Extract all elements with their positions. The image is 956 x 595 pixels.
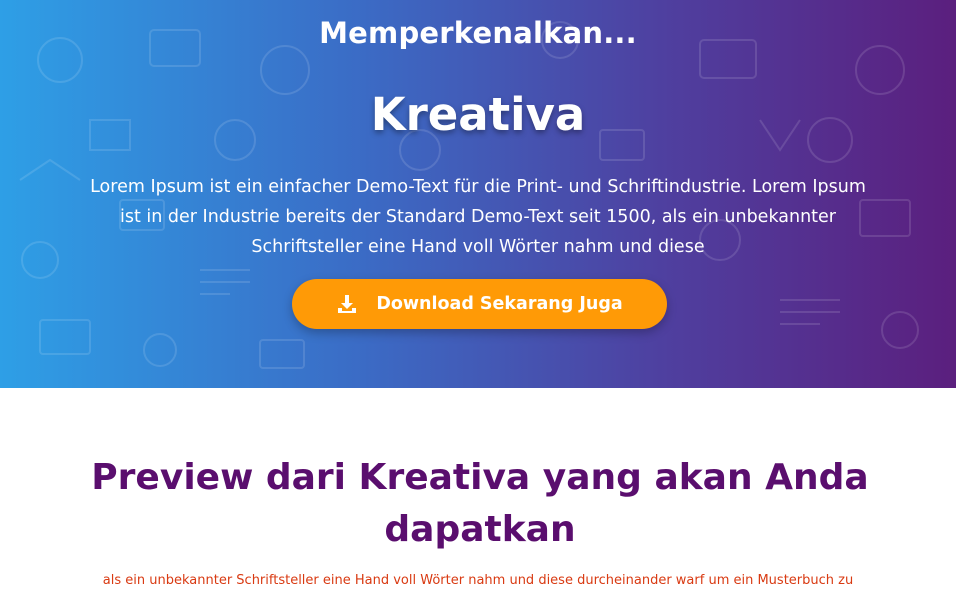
download-button[interactable]: Download Sekarang Juga [292, 279, 667, 329]
preview-section: Preview dari Kreativa yang akan Anda dap… [0, 388, 956, 595]
hero-intro-text: Memperkenalkan... [319, 16, 637, 50]
download-button-label: Download Sekarang Juga [376, 294, 623, 314]
preview-subtitle: als ein unbekannter Schriftsteller eine … [102, 573, 854, 588]
hero-description: Lorem Ipsum ist ein einfacher Demo-Text … [90, 177, 866, 257]
hero-brand-title: Kreativa [370, 88, 586, 141]
hero-section: Memperkenalkan... Kreativa Lorem Ipsum i… [0, 0, 956, 388]
download-icon [336, 293, 358, 315]
preview-title: Preview dari Kreativa yang akan Anda dap… [91, 457, 869, 550]
